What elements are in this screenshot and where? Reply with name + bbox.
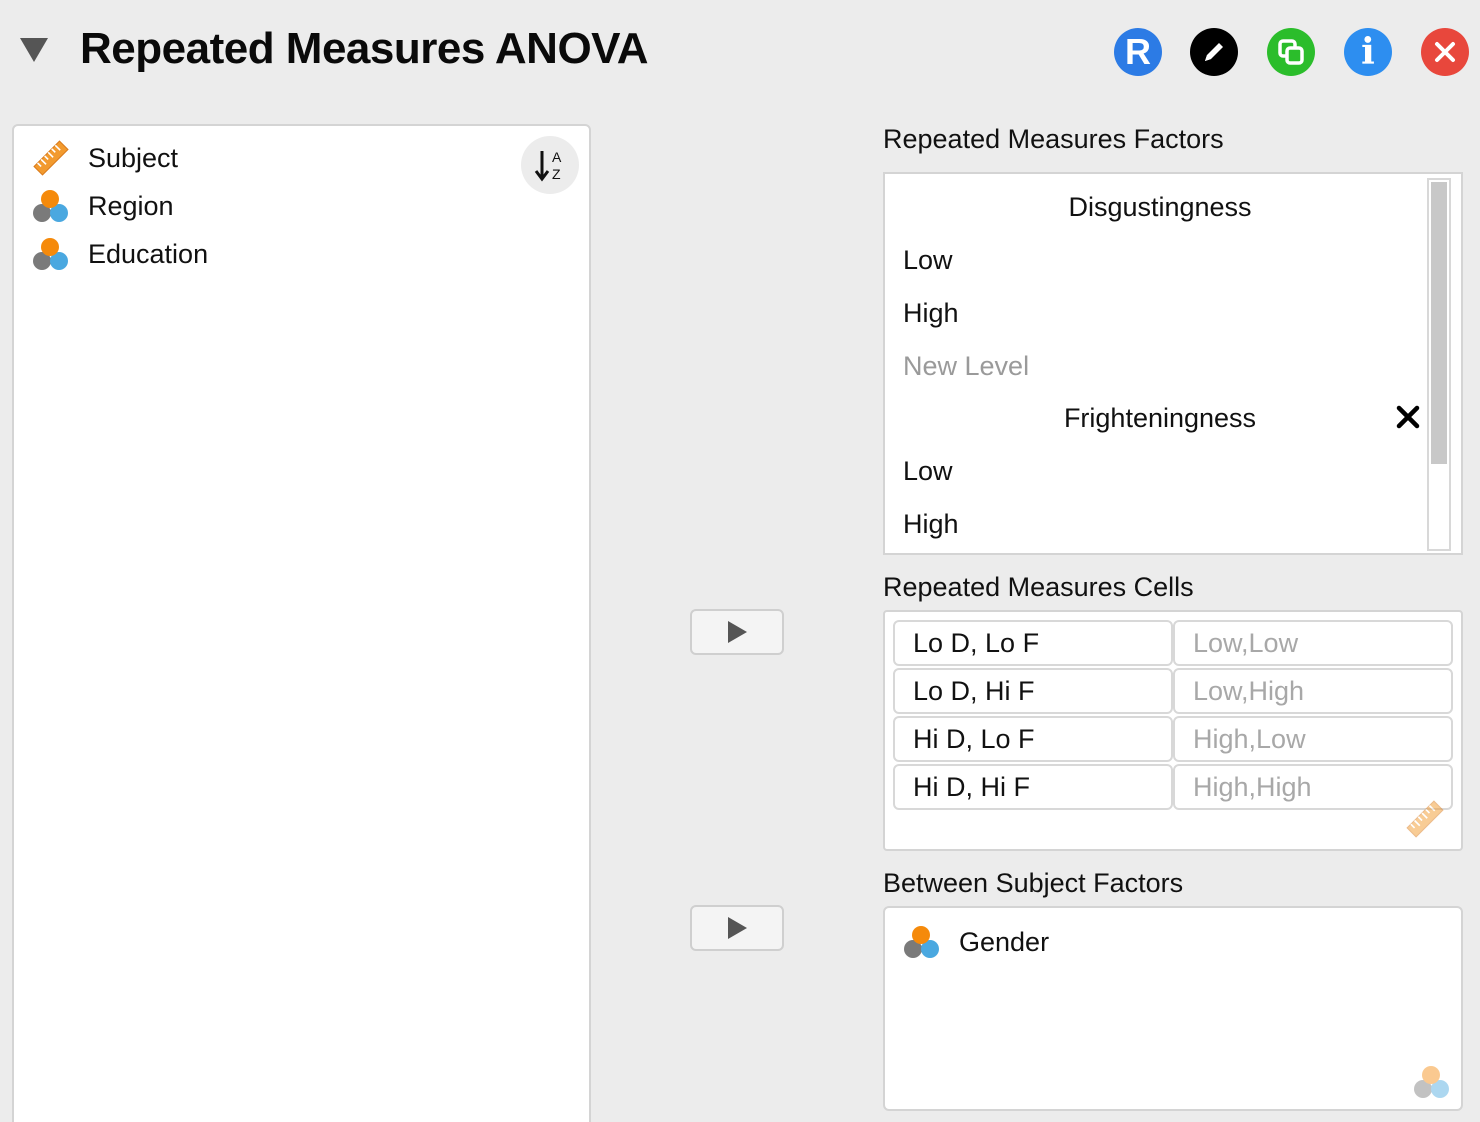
nominal-variable-icon: [1414, 1066, 1449, 1098]
move-to-cells-button[interactable]: [690, 609, 784, 655]
factor-name-input[interactable]: Frighteningness: [885, 403, 1435, 434]
variables-list[interactable]: Subject Region Education A Z: [12, 124, 591, 1122]
svg-text:A: A: [552, 149, 562, 165]
close-button[interactable]: [1421, 28, 1469, 76]
scale-ruler-icon: [33, 140, 69, 176]
variable-item-region[interactable]: Region: [32, 186, 174, 226]
cell-variable-slot[interactable]: Hi D, Lo F: [893, 716, 1173, 762]
delete-factor-icon[interactable]: [1393, 402, 1423, 432]
analysis-header: Repeated Measures ANOVA R i: [0, 0, 1480, 100]
scrollbar-thumb[interactable]: [1431, 182, 1447, 464]
sort-button[interactable]: A Z: [521, 136, 579, 194]
cell-levels: High,Low: [1173, 716, 1453, 762]
variable-label: Education: [88, 238, 209, 269]
between-subject-label: Between Subject Factors: [883, 868, 1184, 898]
nominal-variable-icon: [904, 926, 939, 958]
cell-variable-slot[interactable]: Lo D, Hi F: [893, 668, 1173, 714]
rm-factors-box[interactable]: Disgustingness Low High New Level Fright…: [883, 172, 1463, 555]
duplicate-button[interactable]: [1267, 28, 1315, 76]
info-button[interactable]: i: [1344, 28, 1392, 76]
r-icon: R: [1125, 31, 1151, 72]
close-icon: [1435, 42, 1455, 62]
variable-item-education[interactable]: Education: [32, 234, 208, 274]
level-input[interactable]: High: [903, 298, 959, 329]
new-level-input[interactable]: New Level: [903, 351, 1029, 382]
scale-ruler-icon: [1406, 800, 1444, 838]
between-subject-box[interactable]: Gender: [883, 906, 1463, 1111]
cell-variable-slot[interactable]: Hi D, Hi F: [893, 764, 1173, 810]
svg-text:Z: Z: [552, 166, 561, 182]
variable-label: Region: [88, 190, 174, 221]
cell-levels: Low,High: [1173, 668, 1453, 714]
variable-label: Gender: [959, 926, 1050, 957]
variable-item-subject[interactable]: Subject: [32, 138, 178, 178]
rm-factors-label: Repeated Measures Factors: [883, 124, 1224, 154]
between-subject-item-gender[interactable]: Gender: [903, 922, 1049, 962]
pencil-icon: [1205, 43, 1223, 61]
r-syntax-button[interactable]: R: [1114, 28, 1162, 76]
move-to-between-subject-button[interactable]: [690, 905, 784, 951]
edit-title-button[interactable]: [1190, 28, 1238, 76]
level-input[interactable]: Low: [903, 245, 953, 276]
rm-cells-label: Repeated Measures Cells: [883, 572, 1194, 602]
nominal-variable-icon: [33, 190, 68, 222]
vertical-scrollbar[interactable]: [1427, 178, 1451, 551]
cell-variable-slot[interactable]: Lo D, Lo F: [893, 620, 1173, 666]
arrow-right-icon: [727, 621, 747, 643]
sort-alphabetical-icon: A Z: [534, 149, 562, 182]
factor-name-input[interactable]: Disgustingness: [885, 192, 1435, 223]
rm-cells-box[interactable]: Lo D, Lo F Low,Low Lo D, Hi F Low,High H…: [883, 610, 1463, 851]
collapse-triangle-icon[interactable]: [20, 38, 48, 62]
info-icon: i: [1361, 31, 1375, 73]
cell-levels: Low,Low: [1173, 620, 1453, 666]
duplicate-icon: [1278, 39, 1304, 65]
level-input[interactable]: High: [903, 509, 959, 540]
level-input[interactable]: Low: [903, 456, 953, 487]
nominal-variable-icon: [33, 238, 68, 270]
analysis-title: Repeated Measures ANOVA: [80, 24, 649, 73]
arrow-right-icon: [727, 917, 747, 939]
variable-label: Subject: [88, 142, 179, 173]
